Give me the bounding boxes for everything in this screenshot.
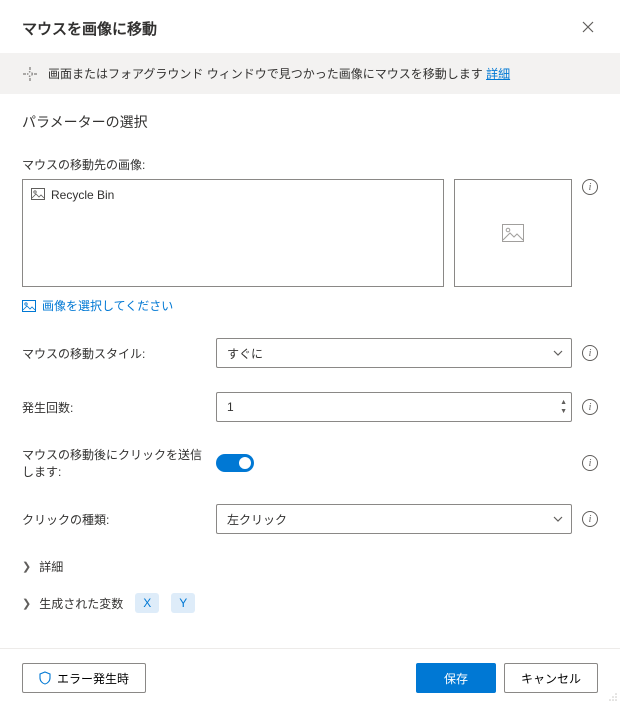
shield-icon [39, 671, 51, 685]
row-click-type: クリックの種類: 左クリック i [22, 504, 598, 534]
click-type-select[interactable]: 左クリック [216, 504, 572, 534]
chevron-down-icon [553, 350, 563, 356]
picture-icon [31, 188, 45, 200]
advanced-label: 詳細 [39, 558, 63, 575]
generated-vars-label: 生成された変数 [39, 595, 123, 612]
info-button-send-click[interactable]: i [582, 455, 598, 471]
advanced-expander[interactable]: ❯ 詳細 [22, 558, 598, 575]
cancel-label: キャンセル [521, 670, 581, 687]
send-click-toggle[interactable] [216, 454, 254, 472]
image-box-preview[interactable] [454, 179, 572, 287]
info-banner: 画面またはフォアグラウンド ウィンドウで見つかった画像にマウスを移動します 詳細 [0, 53, 620, 94]
on-error-button[interactable]: エラー発生時 [22, 663, 146, 693]
row-send-click: マウスの移動後にクリックを送信します: i [22, 446, 598, 480]
content-area: パラメーターの選択 マウスの移動先の画像: Recycle Bin i 画像を選… [0, 94, 620, 641]
row-move-style: マウスの移動スタイル: すぐに i [22, 338, 598, 368]
banner-text: 画面またはフォアグラウンド ウィンドウで見つかった画像にマウスを移動します [48, 67, 486, 81]
info-button-move-style[interactable]: i [582, 345, 598, 361]
image-validation-text: 画像を選択してください [42, 297, 173, 314]
chevron-right-icon: ❯ [22, 560, 31, 573]
spinner-arrows: ▲ ▼ [560, 393, 567, 421]
toggle-thumb [239, 457, 251, 469]
resize-grip[interactable] [608, 692, 618, 705]
dialog-header: マウスを画像に移動 [0, 0, 620, 53]
picture-placeholder-icon [502, 224, 524, 242]
info-button-occurrence[interactable]: i [582, 399, 598, 415]
click-type-value: 左クリック [227, 511, 287, 528]
occurrence-value: 1 [227, 400, 234, 414]
spinner-up[interactable]: ▲ [560, 398, 567, 407]
move-style-label: マウスの移動スタイル: [22, 345, 206, 362]
info-button-click-type[interactable]: i [582, 511, 598, 527]
generated-vars-expander[interactable]: ❯ 生成された変数 X Y [22, 593, 598, 613]
dialog-footer: エラー発生時 保存 キャンセル [0, 648, 620, 707]
occurrence-input[interactable]: 1 ▲ ▼ [216, 392, 572, 422]
save-label: 保存 [444, 670, 468, 687]
image-field-label: マウスの移動先の画像: [22, 156, 598, 173]
send-click-label: マウスの移動後にクリックを送信します: [22, 446, 206, 480]
picture-icon [22, 300, 36, 312]
move-style-select[interactable]: すぐに [216, 338, 572, 368]
info-button-image[interactable]: i [582, 179, 598, 195]
image-box-main[interactable]: Recycle Bin [22, 179, 444, 287]
close-icon [582, 21, 594, 33]
var-badge-x[interactable]: X [135, 593, 159, 613]
close-button[interactable] [578, 18, 598, 39]
resize-grip-icon [608, 692, 618, 702]
occurrence-label: 発生回数: [22, 399, 206, 416]
spinner-down[interactable]: ▼ [560, 407, 567, 416]
footer-right: 保存 キャンセル [416, 663, 598, 693]
save-button[interactable]: 保存 [416, 663, 496, 693]
click-type-label: クリックの種類: [22, 511, 206, 528]
dialog-title: マウスを画像に移動 [22, 18, 157, 39]
banner-link[interactable]: 詳細 [486, 67, 510, 81]
image-validation: 画像を選択してください [22, 297, 598, 314]
move-style-value: すぐに [227, 345, 263, 362]
chevron-right-icon: ❯ [22, 597, 31, 610]
chevron-down-icon [553, 516, 563, 522]
section-title: パラメーターの選択 [22, 112, 598, 132]
var-badge-y[interactable]: Y [171, 593, 195, 613]
row-occurrence: 発生回数: 1 ▲ ▼ i [22, 392, 598, 422]
banner-text-wrap: 画面またはフォアグラウンド ウィンドウで見つかった画像にマウスを移動します 詳細 [48, 65, 510, 82]
image-select-row: Recycle Bin i [22, 179, 598, 287]
target-icon [22, 66, 38, 82]
selected-image-name: Recycle Bin [51, 188, 114, 202]
on-error-label: エラー発生時 [57, 670, 129, 687]
cancel-button[interactable]: キャンセル [504, 663, 598, 693]
